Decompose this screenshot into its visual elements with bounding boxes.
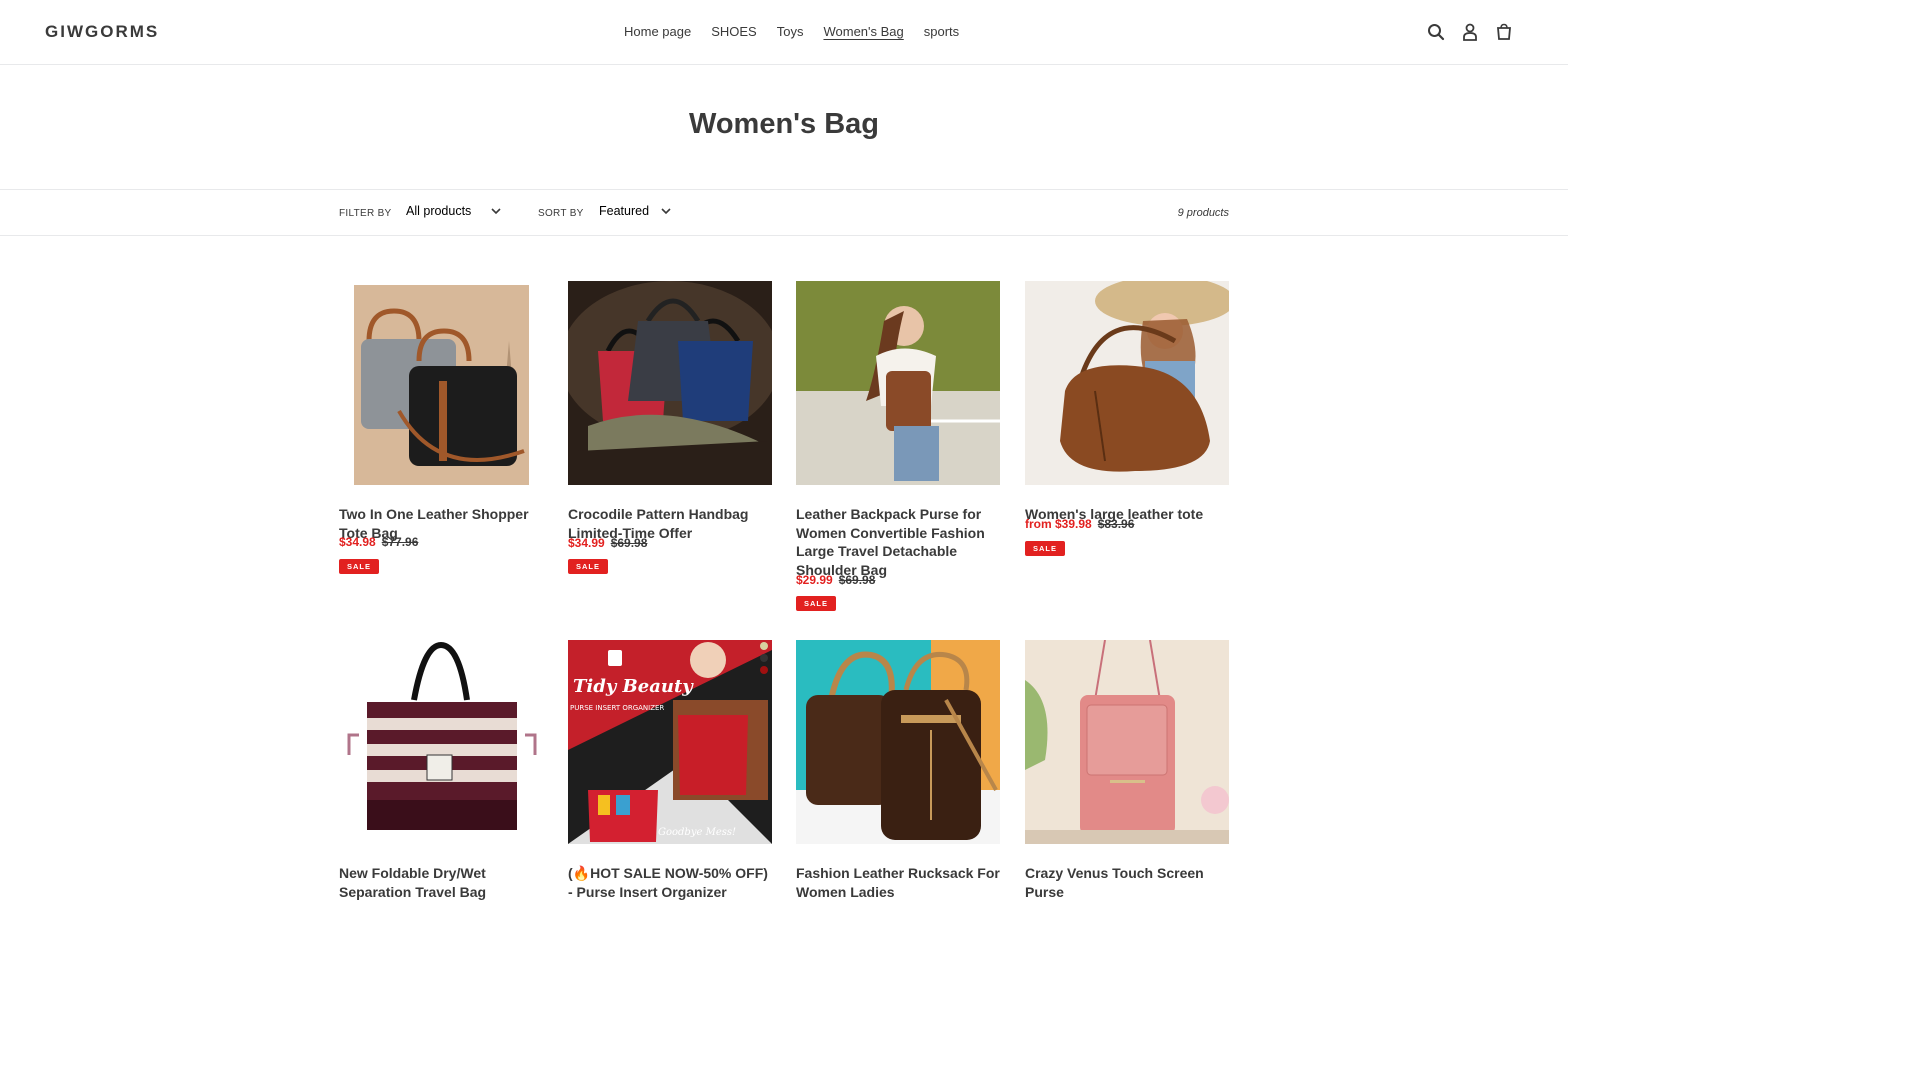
product-image[interactable]: Tidy Beauty PURSE INSERT ORGANIZER Goodb… [568, 640, 772, 844]
product-image[interactable] [339, 281, 543, 485]
product-title[interactable]: Leather Backpack Purse for Women Convert… [796, 505, 1000, 579]
product-image[interactable] [568, 281, 772, 485]
price-row: $34.99 $69.98 [568, 536, 647, 550]
filter-bar: FILTER BY All products SORT BY Featured … [0, 189, 1568, 236]
nav-sports[interactable]: sports [914, 24, 969, 39]
organizer-brand-text: Tidy Beauty [573, 676, 694, 697]
sort-value: Featured [599, 204, 650, 218]
compare-price: $83.96 [1097, 517, 1135, 531]
product-count: 9 products [1177, 207, 1229, 219]
product-image[interactable] [1025, 281, 1229, 485]
organizer-slogan-text: Goodbye Mess! [658, 827, 736, 838]
account-icon[interactable] [1458, 20, 1482, 44]
filter-label: FILTER BY [339, 208, 392, 219]
product-image[interactable] [1025, 640, 1229, 844]
cart-icon[interactable] [1492, 20, 1516, 44]
nav-womens-bag[interactable]: Women's Bag [813, 24, 913, 39]
collection-title: Women's Bag [688, 108, 880, 140]
sale-badge: SALE [568, 559, 609, 574]
price-row: $34.98 $77.96 [339, 535, 418, 549]
compare-price: $77.96 [381, 535, 419, 549]
sale-price: $34.98 [339, 535, 376, 549]
product-title[interactable]: Crazy Venus Touch Screen Purse [1025, 864, 1229, 901]
search-icon[interactable] [1424, 20, 1448, 44]
filter-value: All products [406, 204, 472, 218]
sale-badge: SALE [796, 596, 837, 611]
chevron-down-icon [661, 207, 671, 215]
sale-price: from $39.98 [1025, 517, 1092, 531]
nav-toys[interactable]: Toys [767, 24, 814, 39]
sale-price: $29.99 [796, 573, 833, 587]
compare-price: $69.98 [838, 573, 876, 587]
chevron-down-icon [491, 207, 501, 215]
organizer-subtitle-text: PURSE INSERT ORGANIZER [570, 704, 664, 712]
product-image[interactable] [339, 640, 543, 844]
site-header: GIWGORMS Home page SHOES Toys Women's Ba… [0, 0, 1568, 65]
header-icons [1424, 20, 1516, 44]
product-title[interactable]: (🔥HOT SALE NOW-50% OFF) - Purse Insert O… [568, 864, 772, 901]
product-title[interactable]: New Foldable Dry/Wet Separation Travel B… [339, 864, 543, 901]
sale-badge: SALE [1025, 541, 1066, 556]
sale-badge: SALE [339, 559, 380, 574]
filter-select[interactable]: All products [406, 204, 501, 218]
product-title[interactable]: Fashion Leather Rucksack For Women Ladie… [796, 864, 1000, 901]
nav-shoes[interactable]: SHOES [701, 24, 767, 39]
product-image[interactable] [796, 281, 1000, 485]
site-logo[interactable]: GIWGORMS [45, 22, 159, 42]
sort-label: SORT BY [538, 208, 584, 219]
product-image[interactable] [796, 640, 1000, 844]
sort-select[interactable]: Featured [599, 204, 671, 218]
price-row: $29.99 $69.98 [796, 573, 875, 587]
compare-price: $69.98 [610, 536, 648, 550]
price-row: from $39.98 $83.96 [1025, 517, 1134, 531]
nav-home[interactable]: Home page [614, 24, 701, 39]
sale-price: $34.99 [568, 536, 605, 550]
main-nav: Home page SHOES Toys Women's Bag sports [614, 24, 969, 39]
